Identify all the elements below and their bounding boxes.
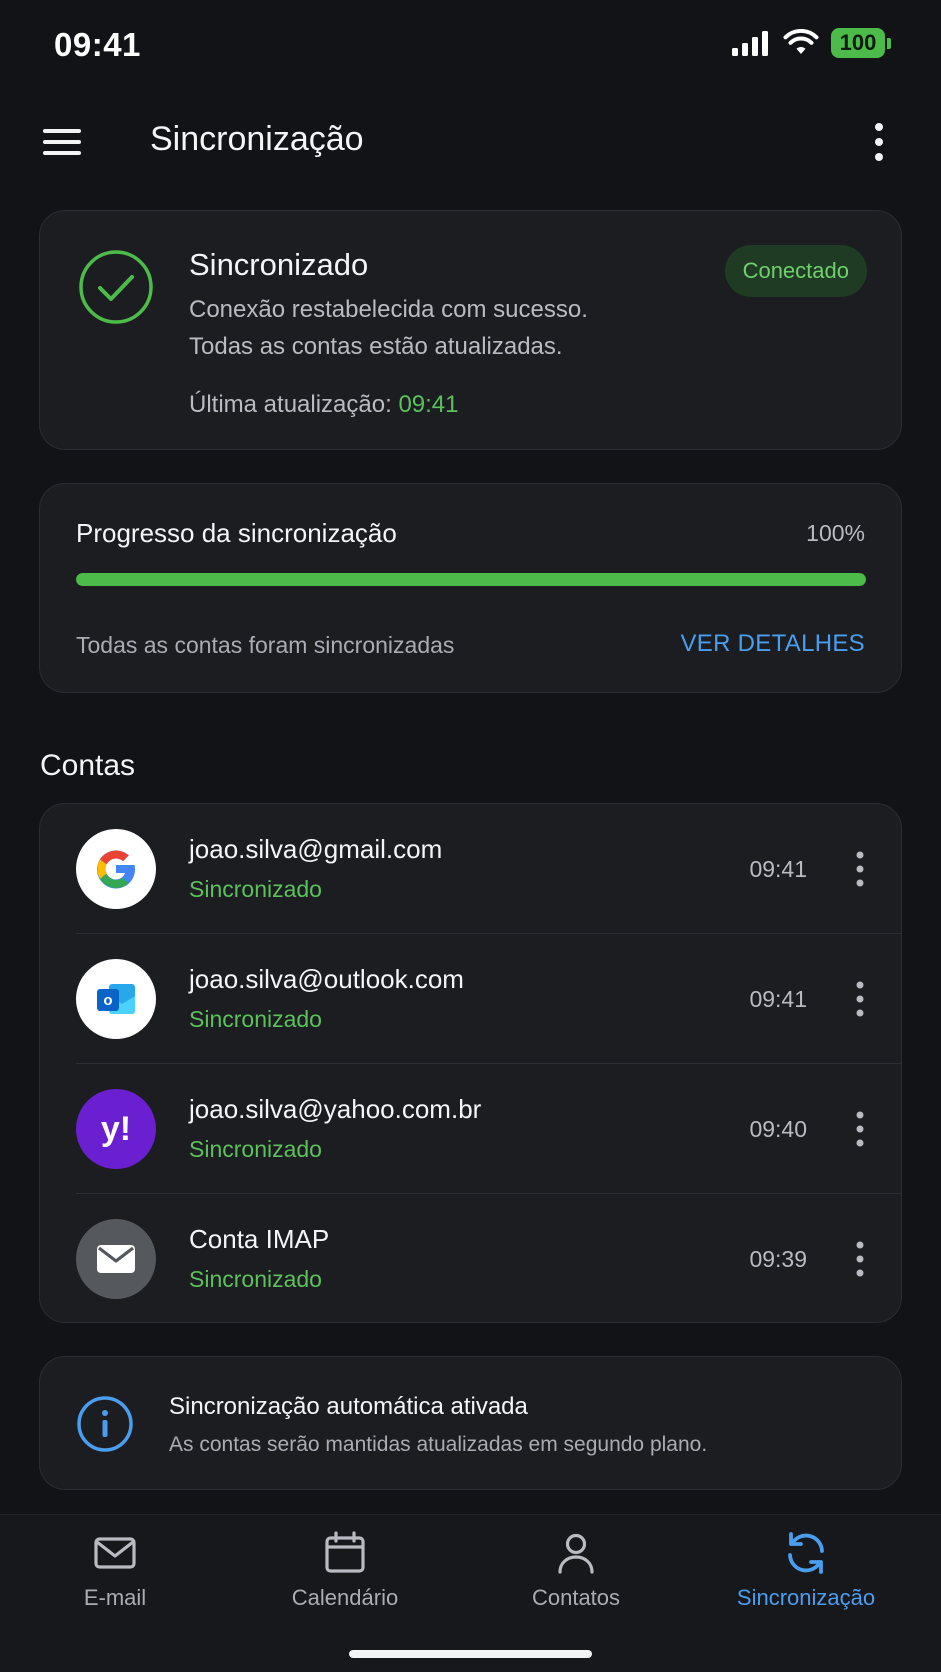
check-circle-icon [79,250,153,324]
info-icon [77,1396,133,1452]
account-time: 09:39 [749,1246,807,1272]
battery-icon: 100 [831,28,891,58]
svg-text:o: o [103,992,112,1009]
calendar-icon [325,1531,365,1573]
menu-icon[interactable] [40,120,84,164]
nav-item-sync[interactable]: Sincronização [706,1529,906,1629]
nav-item-contacts[interactable]: Contatos [476,1529,676,1629]
more-vert-icon[interactable] [857,120,901,164]
home-indicator [349,1650,592,1658]
mail-icon [94,1537,136,1569]
sync-status-card: Sincronizado Conexão restabelecida com s… [39,210,902,450]
battery-level: 100 [831,28,885,58]
account-row-outlook[interactable]: o joao.silva@outlook.com Sincronizado 09… [40,934,901,1064]
nav-item-calendar[interactable]: Calendário [245,1529,445,1629]
account-email: joao.silva@outlook.com [189,964,464,994]
account-email: joao.silva@yahoo.com.br [189,1094,482,1124]
mail-icon [76,1219,156,1299]
more-vert-icon[interactable] [845,847,875,891]
account-row-imap[interactable]: Conta IMAP Sincronizado 09:39 [40,1194,901,1322]
account-email: joao.silva@gmail.com [189,834,443,864]
account-email: Conta IMAP [189,1224,330,1254]
sync-screen: 09:41 100 Sincronização Sincronizado Con… [0,0,941,1672]
status-time: 09:41 [54,26,141,63]
accounts-section-title: Contas [40,749,136,782]
person-icon [558,1533,594,1574]
progress-subtitle: Todas as contas foram sincronizadas [76,632,455,658]
progress-percent: 100% [806,520,865,546]
status-bar: 09:41 100 [0,0,941,90]
sync-icon [788,1532,824,1574]
auto-sync-subtitle: As contas serão mantidas atualizadas em … [169,1433,708,1456]
more-vert-icon[interactable] [845,977,875,1021]
account-status: Sincronizado [189,1006,322,1032]
account-status: Sincronizado [189,876,322,902]
nav-item-email[interactable]: E-mail [15,1529,215,1629]
auto-sync-title: Sincronização automática ativada [169,1393,528,1420]
account-row-gmail[interactable]: joao.silva@gmail.com Sincronizado 09:41 [40,804,901,934]
account-row-yahoo[interactable]: y! joao.silva@yahoo.com.br Sincronizado … [40,1064,901,1194]
accounts-list: joao.silva@gmail.com Sincronizado 09:41 … [39,803,902,1323]
page-title: Sincronização [150,120,364,158]
nav-label: Sincronização [736,1585,876,1610]
account-time: 09:41 [749,986,807,1012]
progress-title: Progresso da sincronização [76,518,397,548]
progress-bar [76,573,866,586]
account-status: Sincronizado [189,1266,322,1292]
sync-status-title: Sincronizado [189,247,369,282]
sync-status-description: Conexão restabelecida com sucesso. Todas… [189,291,588,365]
sync-status-line-1: Conexão restabelecida com sucesso. [189,296,588,323]
status-icons: 100 [731,28,891,58]
view-details-link[interactable]: VER DETALHES [680,630,865,658]
sync-status-line-2: Todas as contas estão atualizadas. [189,333,563,360]
account-status: Sincronizado [189,1136,322,1162]
last-update-label: Última atualização: [189,391,392,418]
account-time: 09:41 [749,856,807,882]
progress-bar-fill [76,573,866,586]
auto-sync-card: Sincronização automática ativada As cont… [39,1356,902,1490]
account-time: 09:40 [749,1116,807,1142]
svg-text:y!: y! [101,1110,131,1148]
more-vert-icon[interactable] [845,1237,875,1281]
wifi-icon [783,29,819,54]
outlook-icon: o [76,959,156,1039]
connected-badge: Conectado [724,245,867,297]
nav-label: Contatos [531,1585,621,1610]
sync-progress-card: Progresso da sincronização 100% Todas as… [39,483,902,693]
google-icon [76,829,156,909]
nav-label: Calendário [291,1585,399,1610]
app-bar: Sincronização [0,100,941,182]
last-update-time: 09:41 [398,391,459,418]
yahoo-icon: y! [76,1089,156,1169]
bottom-navigation: E-mail Calendário Contatos Sincronização [0,1514,941,1672]
last-update: Última atualização: 09:41 [189,391,459,419]
signal-icon [732,31,768,56]
more-vert-icon[interactable] [845,1107,875,1151]
nav-label: E-mail [83,1585,147,1610]
